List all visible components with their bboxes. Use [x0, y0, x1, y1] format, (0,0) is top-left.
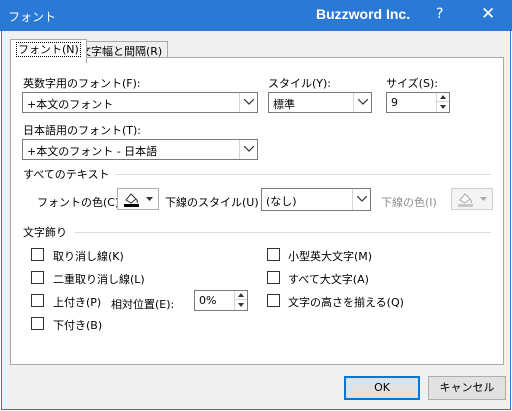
size-spin-arrows[interactable] [436, 93, 449, 112]
window-title: フォント [8, 10, 57, 24]
chevron-down-icon[interactable] [239, 140, 257, 159]
size-spinner[interactable]: 9 [386, 92, 450, 113]
all-caps-checkbox[interactable] [267, 271, 280, 284]
dropdown-arrow-icon [146, 197, 153, 201]
equalize-height-checkbox[interactable] [267, 294, 280, 307]
dropdown-arrow-icon [480, 197, 487, 201]
font-tab-panel: 英数字用のフォント(F): +本文のフォント スタイル(Y): 標準 サイズ(S… [10, 57, 504, 365]
japanese-font-label: 日本語用のフォント(T): [23, 124, 142, 137]
small-caps-checkbox[interactable] [267, 248, 280, 261]
strikethrough-checkbox[interactable] [31, 248, 44, 261]
latin-font-combo[interactable]: +本文のフォント [22, 92, 258, 113]
spin-down-icon[interactable] [437, 103, 449, 112]
help-button[interactable]: ? [436, 6, 443, 22]
close-button[interactable]: ✕ [481, 4, 495, 24]
subscript-checkbox[interactable] [31, 317, 44, 330]
style-value: 標準 [273, 98, 295, 111]
ok-button[interactable]: OK [344, 376, 420, 400]
effects-divider [75, 232, 491, 233]
japanese-font-combo[interactable]: +本文のフォント - 日本語 [22, 139, 258, 160]
chevron-down-icon[interactable] [353, 93, 371, 112]
all-text-heading: すべてのテキスト [23, 168, 110, 181]
title-bar: フォント Buzzword Inc. ? ✕ [0, 0, 512, 31]
size-label: サイズ(S): [386, 77, 438, 90]
latin-font-label: 英数字用のフォント(F): [23, 77, 141, 90]
offset-label: 相対位置(E): [111, 298, 175, 311]
style-label: スタイル(Y): [268, 77, 332, 90]
strikethrough-label[interactable]: 取り消し線(K) [53, 248, 124, 264]
offset-spin-arrows[interactable] [234, 291, 247, 310]
equalize-height-label[interactable]: 文字の高さを揃える(Q) [288, 294, 404, 310]
font-color-label: フォントの色(C) [37, 196, 120, 209]
underline-style-label: 下線のスタイル(U) [165, 196, 259, 209]
paint-bucket-icon [458, 193, 473, 207]
underline-style-value: (なし) [266, 195, 297, 208]
small-caps-label[interactable]: 小型英大文字(M) [288, 248, 372, 264]
offset-spinner[interactable]: 0% [194, 290, 248, 311]
latin-font-value: +本文のフォント [27, 98, 114, 111]
effects-heading: 文字飾り [23, 226, 67, 239]
spin-up-icon[interactable] [235, 291, 247, 300]
all-text-divider [115, 174, 491, 175]
font-color-button[interactable] [117, 188, 159, 210]
double-strikethrough-label[interactable]: 二重取り消し線(L) [53, 271, 145, 287]
superscript-checkbox[interactable] [31, 294, 44, 307]
chevron-down-icon[interactable] [352, 189, 370, 210]
underline-color-button[interactable] [451, 188, 493, 210]
superscript-label[interactable]: 上付き(P) [53, 294, 101, 310]
brand-text: Buzzword Inc. [316, 6, 411, 22]
all-caps-label[interactable]: すべて大文字(A) [288, 271, 369, 287]
tab-font[interactable]: フォント(N) [10, 39, 87, 63]
paint-bucket-icon [124, 193, 139, 207]
style-combo[interactable]: 標準 [268, 92, 372, 113]
spin-down-icon[interactable] [235, 301, 247, 310]
cancel-button[interactable]: キャンセル [428, 376, 506, 400]
japanese-font-value: +本文のフォント - 日本語 [27, 145, 158, 158]
subscript-label[interactable]: 下付き(B) [53, 317, 102, 333]
offset-value: 0% [199, 294, 217, 307]
tab-font-label: フォント(N) [16, 42, 81, 57]
chevron-down-icon[interactable] [239, 93, 257, 112]
underline-style-combo[interactable]: (なし) [261, 188, 371, 211]
spin-up-icon[interactable] [437, 93, 449, 102]
dialog-body: フォント(N) 文字幅と間隔(R) 英数字用のフォント(F): +本文のフォント… [1, 31, 511, 410]
double-strikethrough-checkbox[interactable] [31, 271, 44, 284]
size-value: 9 [391, 96, 398, 109]
underline-color-label: 下線の色(I) [381, 196, 437, 209]
